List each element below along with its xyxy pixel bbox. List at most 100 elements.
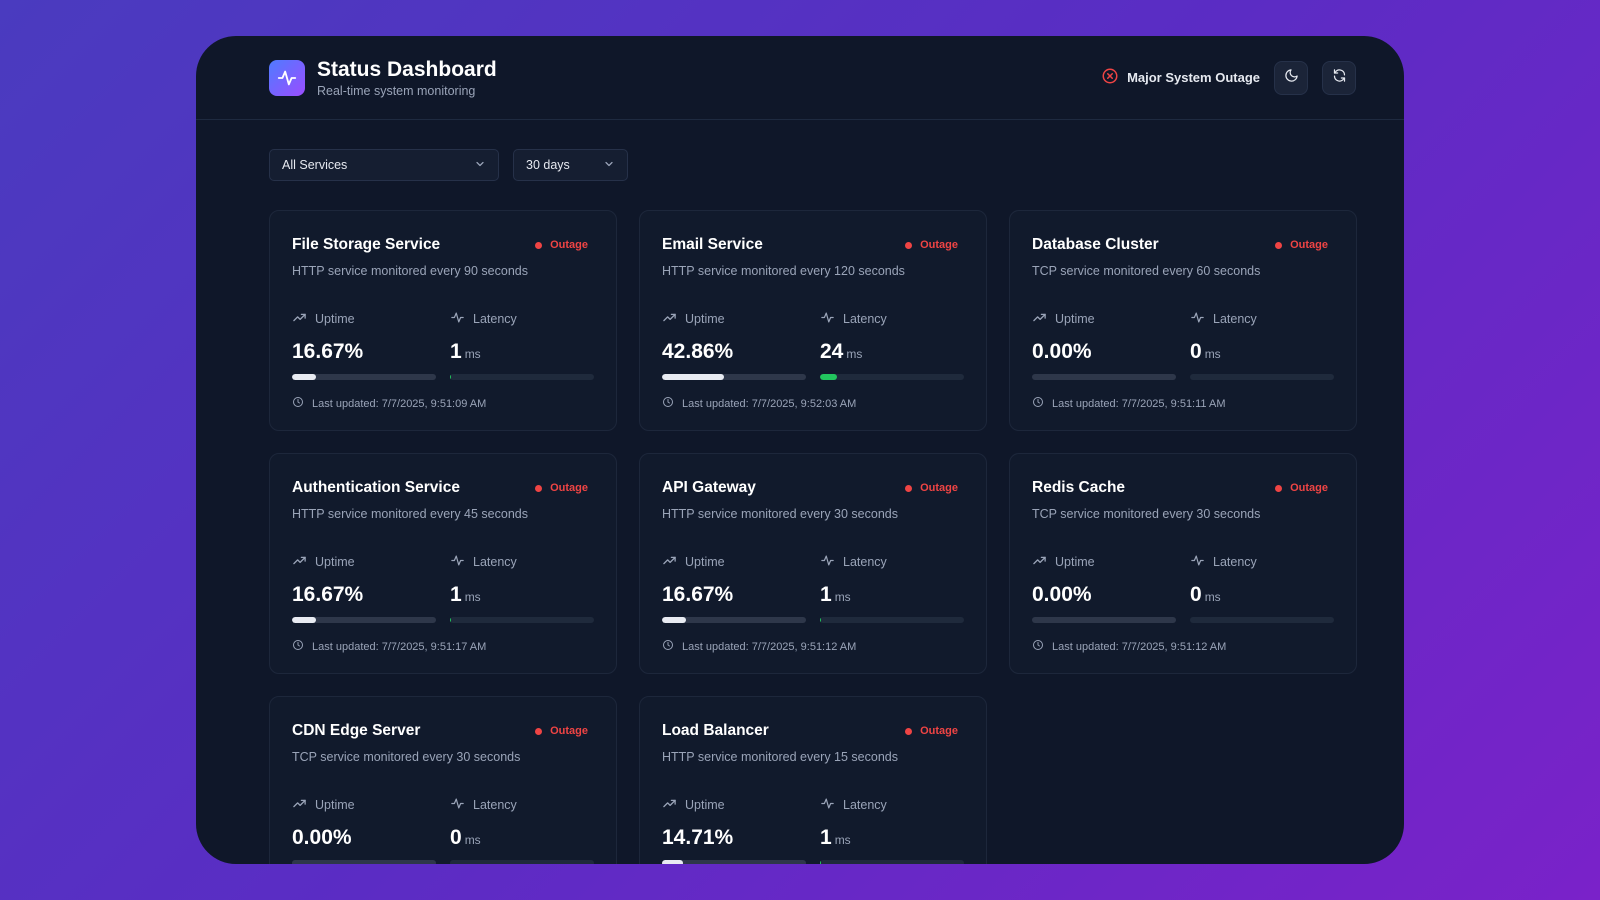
status-badge: Outage: [1275, 482, 1328, 494]
latency-bar: [450, 860, 594, 864]
refresh-icon: [1332, 68, 1347, 88]
latency-bar: [820, 374, 964, 380]
latency-metric: Latency 1 ms: [450, 310, 594, 380]
latency-unit: ms: [464, 347, 481, 361]
status-dot-icon: [535, 727, 543, 735]
latency-metric: Latency 1 ms: [450, 553, 594, 623]
uptime-value: 16.67%: [662, 583, 734, 606]
uptime-bar-fill: [662, 617, 686, 623]
uptime-label: Uptime: [315, 312, 355, 326]
status-badge: Outage: [535, 482, 588, 494]
latency-bar: [820, 860, 964, 864]
trending-up-icon: [292, 553, 307, 571]
service-card[interactable]: File Storage Service Outage HTTP service…: [269, 210, 617, 431]
status-label: Outage: [550, 725, 588, 737]
theme-toggle-button[interactable]: [1274, 60, 1308, 95]
activity-icon: [450, 310, 465, 328]
latency-number: 0: [1190, 340, 1202, 363]
latency-metric: Latency 0 ms: [1190, 310, 1334, 380]
service-description: TCP service monitored every 30 seconds: [1032, 507, 1261, 521]
latency-unit: ms: [1204, 347, 1221, 361]
status-dot-icon: [1275, 484, 1283, 492]
service-card[interactable]: Database Cluster Outage TCP service moni…: [1009, 210, 1357, 431]
service-name: CDN Edge Server: [292, 722, 421, 739]
latency-value: 1 ms: [820, 583, 964, 609]
service-description: HTTP service monitored every 120 seconds: [662, 264, 905, 278]
uptime-metric: Uptime 16.67%: [292, 310, 436, 380]
uptime-bar-fill: [292, 374, 316, 380]
status-label: Outage: [1290, 482, 1328, 494]
last-updated: Last updated: 7/7/2025, 9:51:09 AM: [292, 396, 594, 411]
latency-value: 0 ms: [450, 826, 594, 852]
latency-bar: [1190, 374, 1334, 380]
latency-bar-fill: [820, 374, 838, 380]
trending-up-icon: [662, 796, 677, 814]
service-card[interactable]: Authentication Service Outage HTTP servi…: [269, 453, 617, 674]
latency-unit: ms: [834, 833, 851, 847]
service-card[interactable]: Redis Cache Outage TCP service monitored…: [1009, 453, 1357, 674]
activity-icon: [1190, 310, 1205, 328]
latency-bar: [450, 617, 594, 623]
uptime-bar: [662, 617, 806, 623]
service-card[interactable]: CDN Edge Server Outage TCP service monit…: [269, 696, 617, 864]
activity-icon: [820, 553, 835, 571]
uptime-value: 42.86%: [662, 340, 734, 363]
x-circle-icon: [1101, 67, 1119, 88]
service-card[interactable]: Email Service Outage HTTP service monito…: [639, 210, 987, 431]
uptime-bar-fill: [662, 374, 724, 380]
latency-bar: [450, 374, 594, 380]
latency-label: Latency: [473, 798, 517, 812]
uptime-label: Uptime: [1055, 312, 1095, 326]
uptime-label: Uptime: [1055, 555, 1095, 569]
trending-up-icon: [1032, 310, 1047, 328]
service-card[interactable]: Load Balancer Outage HTTP service monito…: [639, 696, 987, 864]
chevron-down-icon: [474, 158, 486, 173]
service-description: HTTP service monitored every 15 seconds: [662, 750, 898, 764]
status-dot-icon: [905, 241, 913, 249]
latency-value: 24 ms: [820, 340, 964, 366]
uptime-bar: [662, 860, 806, 864]
latency-bar-fill: [450, 617, 452, 623]
time-range-select[interactable]: 30 days: [513, 149, 628, 181]
filters: All Services 30 days: [269, 149, 1356, 181]
latency-number: 0: [1190, 583, 1202, 606]
pulse-logo-icon: [269, 59, 305, 96]
status-badge: Outage: [535, 239, 588, 251]
latency-value: 1 ms: [450, 340, 594, 366]
service-card[interactable]: API Gateway Outage HTTP service monitore…: [639, 453, 987, 674]
system-status: Major System Outage: [1101, 67, 1260, 88]
latency-unit: ms: [464, 833, 481, 847]
uptime-metric: Uptime 14.71%: [662, 796, 806, 864]
uptime-bar-fill: [292, 617, 316, 623]
last-updated-text: Last updated: 7/7/2025, 9:52:03 AM: [682, 397, 857, 410]
time-range-value: 30 days: [526, 158, 570, 172]
latency-unit: ms: [1204, 590, 1221, 604]
latency-label: Latency: [1213, 312, 1257, 326]
latency-label: Latency: [843, 798, 887, 812]
latency-number: 1: [820, 826, 832, 849]
service-name: Email Service: [662, 236, 763, 253]
latency-value: 1 ms: [450, 583, 594, 609]
service-description: TCP service monitored every 60 seconds: [1032, 264, 1261, 278]
uptime-label: Uptime: [315, 798, 355, 812]
trending-up-icon: [662, 310, 677, 328]
latency-bar-fill: [820, 860, 822, 864]
uptime-value: 0.00%: [1032, 340, 1092, 363]
uptime-metric: Uptime 16.67%: [292, 553, 436, 623]
last-updated-text: Last updated: 7/7/2025, 9:51:11 AM: [1052, 397, 1226, 410]
last-updated: Last updated: 7/7/2025, 9:51:12 AM: [1032, 639, 1334, 654]
last-updated: Last updated: 7/7/2025, 9:51:17 AM: [292, 639, 594, 654]
status-dot-icon: [535, 484, 543, 492]
status-label: Outage: [1290, 239, 1328, 251]
trending-up-icon: [292, 796, 307, 814]
latency-unit: ms: [846, 347, 863, 361]
refresh-button[interactable]: [1322, 60, 1356, 95]
trending-up-icon: [292, 310, 307, 328]
service-filter-select[interactable]: All Services: [269, 149, 499, 181]
status-dot-icon: [1275, 241, 1283, 249]
uptime-value: 16.67%: [292, 583, 364, 606]
uptime-bar: [1032, 617, 1176, 623]
uptime-bar: [662, 374, 806, 380]
service-name: Load Balancer: [662, 722, 769, 739]
last-updated-text: Last updated: 7/7/2025, 9:51:12 AM: [1052, 640, 1227, 653]
